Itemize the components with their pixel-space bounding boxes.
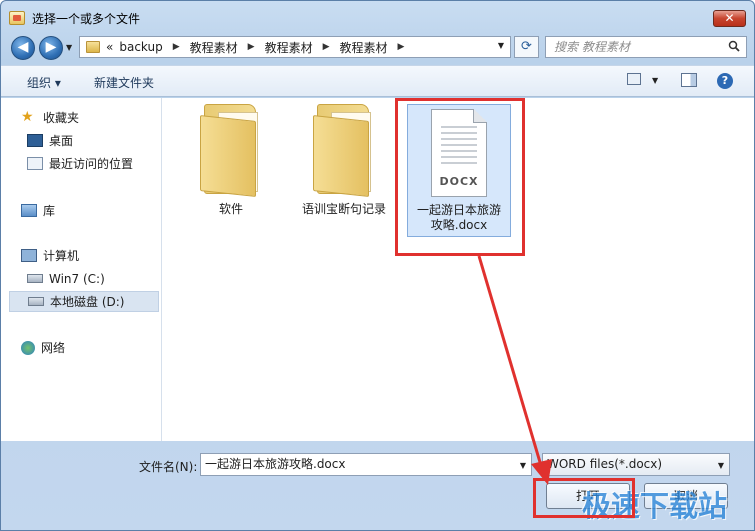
sidebar-item-label: Win7 (C:) bbox=[49, 271, 105, 286]
view-options-dropdown-icon[interactable]: ▼ bbox=[652, 76, 658, 85]
preview-pane-icon[interactable] bbox=[681, 73, 697, 87]
sidebar-item-label: 收藏夹 bbox=[43, 111, 80, 125]
network-icon bbox=[21, 340, 35, 355]
chevron-down-icon[interactable]: ▼ bbox=[718, 455, 724, 476]
sidebar-item-label: 最近访问的位置 bbox=[49, 157, 134, 171]
title-bar: 选择一个或多个文件 ✕ bbox=[1, 1, 754, 33]
breadcrumb-chevron-icon[interactable]: ▶ bbox=[248, 42, 255, 52]
file-type-select[interactable]: WORD files(*.docx) ▼ bbox=[542, 453, 730, 476]
sidebar-item-drive-d[interactable]: 本地磁盘 (D:) bbox=[9, 291, 159, 312]
search-icon[interactable] bbox=[728, 40, 740, 52]
sidebar-item-libraries[interactable]: 库 bbox=[9, 200, 159, 221]
back-button[interactable]: ◀ bbox=[11, 36, 35, 60]
breadcrumb-chevron-icon[interactable]: ▶ bbox=[323, 42, 330, 52]
folder-item[interactable]: 软件 bbox=[181, 104, 281, 217]
filename-label: 文件名(N): bbox=[139, 460, 198, 474]
sidebar-item-favorites[interactable]: ★ 收藏夹 bbox=[9, 107, 159, 128]
sidebar-item-label: 库 bbox=[43, 204, 56, 218]
recent-places-icon bbox=[27, 157, 43, 170]
folder-item[interactable]: 语训宝断句记录 bbox=[294, 104, 394, 217]
forward-button[interactable]: ▶ bbox=[39, 36, 63, 60]
folder-icon bbox=[86, 41, 100, 53]
change-view-icon[interactable] bbox=[627, 73, 641, 85]
sidebar-item-network[interactable]: 网络 bbox=[9, 337, 159, 358]
highlight-box-open bbox=[533, 478, 635, 518]
system-drive-icon bbox=[27, 274, 43, 283]
breadcrumb-overflow[interactable]: « bbox=[106, 40, 113, 54]
sidebar-item-recent-places[interactable]: 最近访问的位置 bbox=[9, 153, 159, 174]
app-icon bbox=[9, 11, 25, 25]
window-title: 选择一个或多个文件 bbox=[32, 12, 141, 26]
dialog-footer: 文件名(N): 一起游日本旅游攻略.docx ▼ WORD files(*.do… bbox=[1, 441, 754, 530]
highlight-box-file bbox=[395, 98, 525, 256]
sidebar-item-computer[interactable]: 计算机 bbox=[9, 245, 159, 266]
breadcrumb-item-backup[interactable]: backup bbox=[119, 40, 162, 54]
file-type-value: WORD files(*.docx) bbox=[547, 457, 663, 471]
folder-icon bbox=[200, 104, 262, 197]
recent-locations-dropdown[interactable]: ▼ bbox=[66, 43, 72, 52]
filename-value: 一起游日本旅游攻略.docx bbox=[205, 457, 346, 471]
refresh-button[interactable]: ⟳ bbox=[514, 36, 539, 58]
breadcrumb-item[interactable]: 教程素材 bbox=[190, 39, 238, 56]
drive-icon bbox=[28, 297, 44, 306]
address-bar[interactable]: « backup ▶ 教程素材 ▶ 教程素材 ▶ 教程素材 ▶ ▼ bbox=[79, 36, 511, 58]
sidebar-item-label: 网络 bbox=[41, 341, 66, 355]
file-name: 语训宝断句记录 bbox=[301, 202, 386, 216]
sidebar-item-label: 桌面 bbox=[49, 134, 74, 148]
search-placeholder: 搜索 教程素材 bbox=[554, 40, 630, 54]
library-icon bbox=[21, 204, 37, 217]
breadcrumb-chevron-icon[interactable]: ▶ bbox=[398, 42, 405, 52]
file-open-dialog: 选择一个或多个文件 ✕ ◀ ▶ ▼ « backup ▶ 教程素材 ▶ 教程素材… bbox=[0, 0, 755, 531]
command-bar: 组织 ▾ 新建文件夹 ▼ ? bbox=[1, 65, 754, 97]
breadcrumb-item[interactable]: 教程素材 bbox=[265, 39, 313, 56]
filename-input[interactable]: 一起游日本旅游攻略.docx ▼ bbox=[200, 453, 532, 476]
sidebar-item-label: 计算机 bbox=[43, 249, 80, 263]
file-name: 软件 bbox=[218, 202, 243, 216]
breadcrumb-item[interactable]: 教程素材 bbox=[340, 39, 388, 56]
computer-icon bbox=[21, 249, 37, 262]
sidebar-item-drive-c[interactable]: Win7 (C:) bbox=[9, 268, 159, 289]
navigation-pane: ★ 收藏夹 桌面 最近访问的位置 库 计算机 Win7 (C:) 本地磁盘 (D… bbox=[1, 98, 162, 441]
help-icon[interactable]: ? bbox=[717, 73, 733, 89]
navigation-bar: ◀ ▶ ▼ « backup ▶ 教程素材 ▶ 教程素材 ▶ 教程素材 ▶ ▼ … bbox=[1, 33, 754, 61]
desktop-icon bbox=[27, 134, 43, 147]
sidebar-item-desktop[interactable]: 桌面 bbox=[9, 130, 159, 151]
filename-dropdown-icon[interactable]: ▼ bbox=[520, 455, 526, 476]
close-button[interactable]: ✕ bbox=[713, 10, 746, 27]
sidebar-item-label: 本地磁盘 (D:) bbox=[50, 295, 125, 309]
breadcrumb-chevron-icon[interactable]: ▶ bbox=[173, 42, 180, 52]
folder-icon bbox=[313, 104, 375, 197]
search-input[interactable]: 搜索 教程素材 bbox=[545, 36, 747, 58]
new-folder-button[interactable]: 新建文件夹 bbox=[94, 74, 154, 91]
address-dropdown-icon[interactable]: ▼ bbox=[498, 41, 504, 50]
star-icon: ★ bbox=[21, 109, 34, 125]
main-area: ★ 收藏夹 桌面 最近访问的位置 库 计算机 Win7 (C:) 本地磁盘 (D… bbox=[1, 98, 754, 441]
organize-menu[interactable]: 组织 ▾ bbox=[27, 74, 61, 91]
